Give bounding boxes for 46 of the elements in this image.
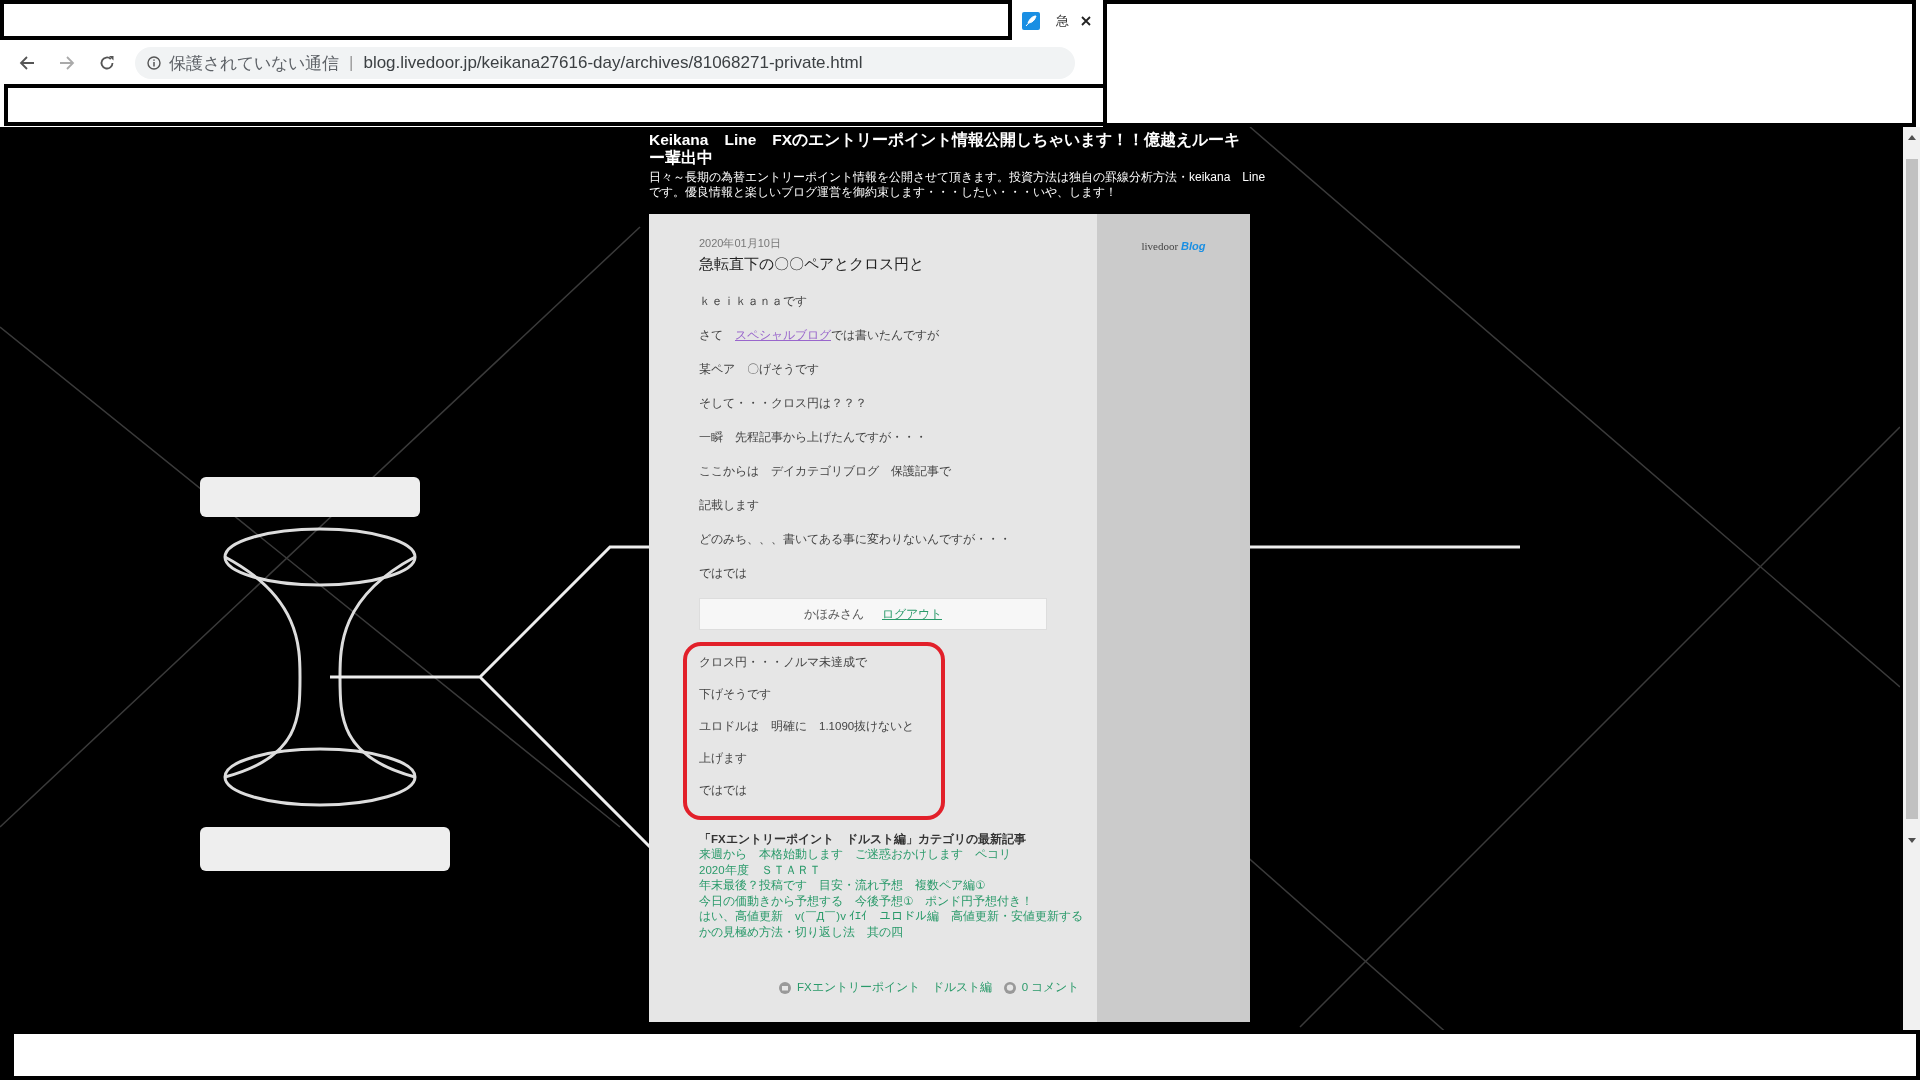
paragraph: 上げます — [699, 751, 748, 766]
paragraph: 某ペア 〇げそうです — [699, 362, 819, 377]
scroll-up-icon[interactable] — [1906, 133, 1917, 141]
address-bar[interactable]: 保護されていない通信 | blog.livedoor.jp/keikana27616-day/archives/81068271-private.html — [135, 47, 1075, 79]
scroll-thumb[interactable] — [1905, 159, 1918, 819]
paragraph: ではでは — [699, 783, 748, 798]
related-heading: 「FXエントリーポイント ドルスト編」カテゴリの最新記事 — [699, 832, 1026, 847]
feather-icon — [1022, 12, 1040, 30]
separator: | — [349, 53, 354, 73]
category-link[interactable]: FXエントリーポイント ドルスト編 — [797, 980, 992, 995]
paragraph: そして・・・クロス円は？？？ — [699, 396, 867, 411]
logout-link[interactable]: ログアウト — [882, 606, 942, 622]
paragraph: さて スペシャルブログでは書いたんですが — [699, 328, 939, 343]
paragraph: 一瞬 先程記事から上げたんですが・・・ — [699, 430, 927, 445]
post-date: 2020年01月10日 — [699, 236, 781, 251]
article-link[interactable]: 2020年度 ＳＴＡＲＴ — [699, 862, 1094, 878]
comment-icon — [1003, 981, 1016, 994]
folder-icon — [779, 981, 791, 994]
article-title: 急転直下の〇〇ペアとクロス円と — [699, 255, 924, 274]
livedoor-logo[interactable]: livedoor Blog — [1141, 240, 1206, 252]
paragraph: どのみち、、、書いてある事に変わりないんですが・・・ — [699, 532, 1011, 548]
user-name: かほみさん — [804, 606, 864, 622]
scroll-down-icon[interactable] — [1906, 837, 1917, 845]
paragraph: 下げそうです — [699, 687, 772, 702]
blog-title[interactable]: Keikana Line FXのエントリーポイント情報公開しちゃいます！！億越えルーキー輩出中 — [649, 131, 1251, 167]
scrollbar[interactable] — [1903, 127, 1920, 1030]
paragraph: クロス円・・・ノルマ未達成で — [699, 655, 868, 670]
article-link[interactable]: 年末最後？投稿です 目安・流れ予想 複数ペア編① — [699, 878, 1094, 894]
paragraph: ｋｅｉｋａｎａです — [699, 294, 807, 309]
close-icon[interactable] — [1081, 16, 1091, 26]
back-icon[interactable] — [19, 55, 35, 71]
paragraph: ではでは — [699, 566, 747, 581]
security-label: 保護されていない通信 — [169, 52, 339, 75]
tab-label[interactable]: 急 — [1056, 12, 1069, 30]
info-icon — [147, 56, 161, 70]
paragraph: 記載します — [699, 498, 759, 513]
url-text: blog.livedoor.jp/keikana27616-day/archives/81068271-private.html — [363, 53, 863, 73]
article-link[interactable]: はい、高値更新 v(￣Д￣)v ｲｴｲ ユロドル編 高値更新・安値更新するかの見極め方法・切り返し法 其の四 — [699, 909, 1094, 940]
article-link[interactable]: 今日の価動きから予想する 今後予想① ポンド円予想付き！ — [699, 893, 1094, 909]
blog-link[interactable]: スペシャルブログ — [735, 329, 831, 341]
article-link[interactable]: 来週から 本格始動します ご迷惑おかけします ペコリ — [699, 847, 1094, 863]
reload-icon[interactable] — [99, 55, 115, 71]
blog-description: 日々～長期の為替エントリーポイント情報を公開させて頂きます。投資方法は独自の罫線分析方法・keikana Line です。優良情報と楽しいブログ運営を御約束します・・・したい・・・いや、します！ — [649, 170, 1267, 200]
paragraph: ここからは デイカテゴリブログ 保護記事で — [699, 464, 951, 479]
paragraph: ユロドルは 明確に 1.1090抜けないと — [699, 719, 916, 735]
comments-link[interactable]: 0 コメント — [1021, 980, 1080, 995]
